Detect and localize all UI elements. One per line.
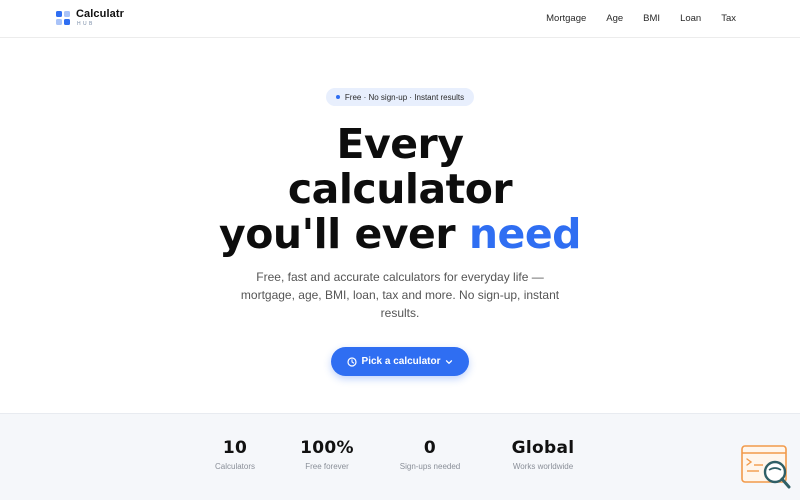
nav-link-bmi[interactable]: BMI — [643, 13, 660, 24]
stats-band: 10 Calculators 100% Free forever 0 Sign-… — [0, 413, 800, 500]
hero-badge-text: Free · No sign-up · Instant results — [344, 92, 465, 102]
stat-calculators: 10 Calculators — [215, 438, 255, 471]
hero-badge: Free · No sign-up · Instant results — [326, 88, 474, 106]
pick-calculator-label: Pick a calculator — [361, 356, 441, 367]
stat-global: Global Works worldwide — [512, 438, 575, 471]
brand-logo[interactable]: Calculatr HUB — [56, 9, 124, 27]
stat-value: 100% — [300, 438, 354, 458]
search-feedback-widget[interactable] — [741, 444, 791, 490]
clock-icon — [346, 356, 357, 367]
hero-subtitle: Free, fast and accurate calculators for … — [240, 270, 560, 320]
stat-value: 0 — [423, 438, 437, 458]
hero-headline: Every calculator you'll ever need — [0, 122, 800, 257]
pick-calculator-button[interactable]: Pick a calculator — [331, 347, 469, 376]
stat-label: Sign-ups needed — [399, 462, 461, 471]
main-nav: Mortgage Age BMI Loan Tax — [546, 13, 736, 24]
nav-link-tax[interactable]: Tax — [721, 13, 736, 24]
stat-free: 100% Free forever — [300, 438, 354, 471]
nav-link-mortgage[interactable]: Mortgage — [546, 13, 586, 24]
brand-name: Calculatr — [76, 8, 124, 20]
grid-squares-icon — [56, 11, 71, 26]
stat-value: Global — [511, 438, 575, 458]
brand-sub: HUB — [77, 21, 95, 27]
headline-line-3: you'll ever — [218, 210, 469, 258]
nav-link-loan[interactable]: Loan — [680, 13, 701, 24]
headline-line-1: Every — [336, 120, 465, 168]
stat-label: Free forever — [305, 462, 349, 471]
headline-line-2: calculator — [287, 165, 513, 213]
stat-value: 10 — [222, 438, 248, 458]
stat-signups: 0 Sign-ups needed — [400, 438, 461, 471]
site-header: Calculatr HUB Mortgage Age BMI Loan Tax — [0, 0, 800, 38]
badge-dot-icon — [335, 95, 340, 99]
stat-label: Calculators — [214, 462, 256, 471]
chevron-down-icon — [446, 359, 453, 364]
headline-accent-word: need — [468, 210, 582, 258]
nav-link-age[interactable]: Age — [606, 13, 623, 24]
stat-label: Works worldwide — [512, 462, 574, 471]
search-feedback-icon — [741, 445, 791, 489]
